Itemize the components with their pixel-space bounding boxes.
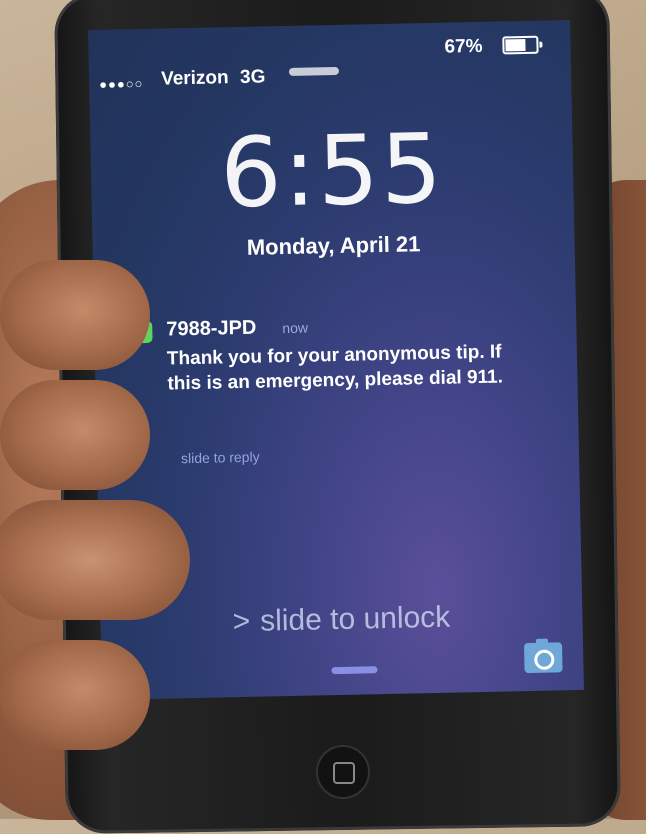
camera-icon[interactable] [523, 638, 563, 674]
signal-strength-icon: ●●●○○ [99, 75, 144, 92]
home-button-icon[interactable] [316, 745, 370, 799]
finger [0, 260, 150, 370]
finger [0, 500, 190, 620]
battery-icon [502, 35, 543, 55]
carrier-name: Verizon [160, 67, 229, 90]
chevron-right-icon: > [232, 604, 251, 639]
notification-sender: 7988-JPD [166, 316, 257, 341]
slide-to-unlock-label: slide to unlock [259, 600, 451, 638]
message-notification[interactable]: 7988-JPD now Thank you for your anonymou… [130, 311, 550, 466]
finger [0, 380, 150, 490]
notification-center-handle[interactable] [288, 66, 340, 76]
slide-to-unlock[interactable]: > slide to unlock [100, 598, 583, 642]
control-center-handle[interactable] [331, 666, 378, 675]
clock-time: 6:55 [219, 112, 445, 230]
battery-percent: 67% [444, 35, 483, 58]
slide-to-reply-hint[interactable]: slide to reply [181, 449, 260, 467]
network-type: 3G [239, 66, 266, 88]
finger [0, 640, 150, 750]
notification-timestamp: now [282, 319, 309, 337]
notification-body: Thank you for your anonymous tip. If thi… [166, 341, 504, 395]
clock-date: Monday, April 21 [246, 231, 421, 260]
